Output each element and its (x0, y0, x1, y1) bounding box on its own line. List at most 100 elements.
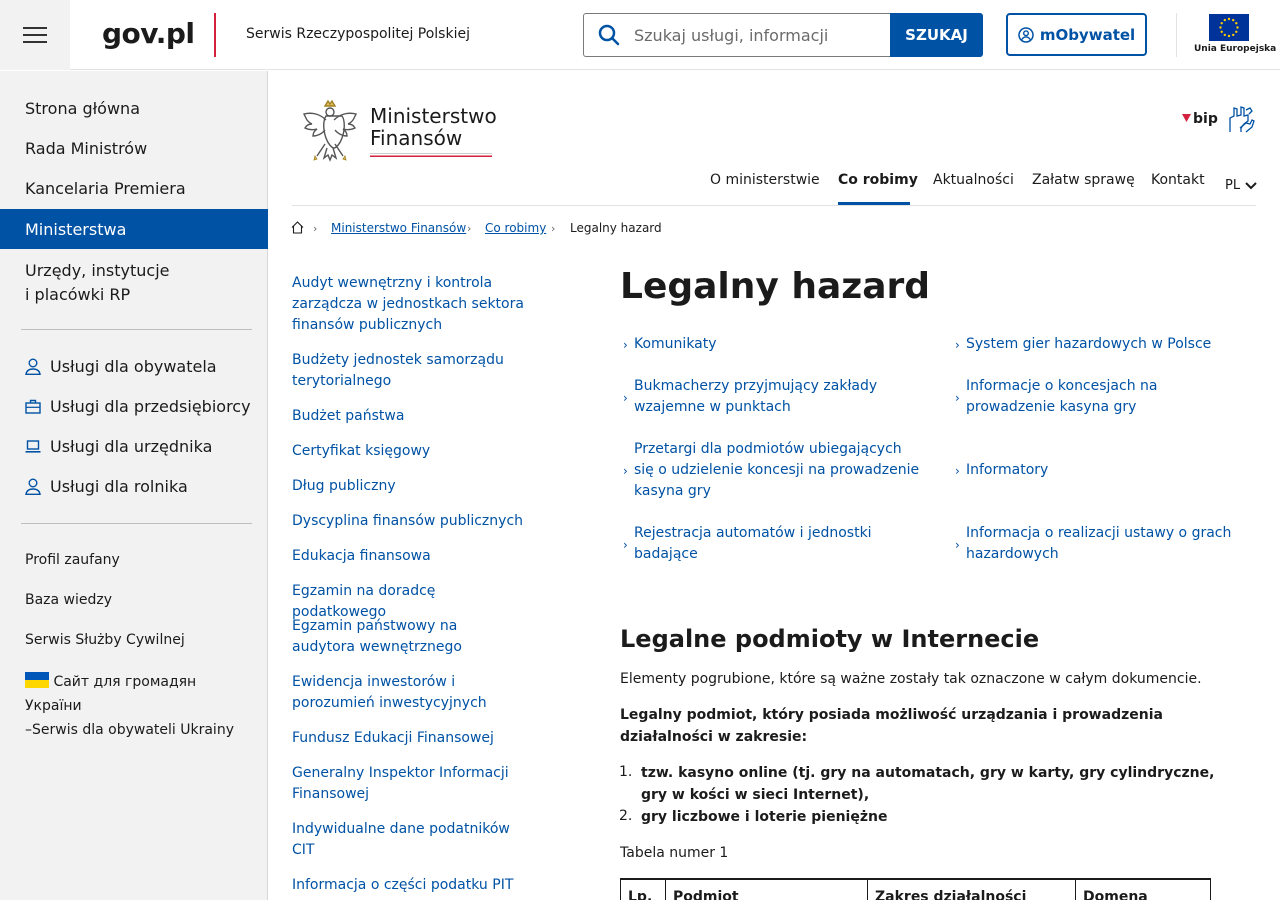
section-title: Legalne podmioty w Internecie (620, 625, 1040, 653)
sidebar-service-citizen[interactable]: Usługi dla obywatela (25, 357, 217, 376)
breadcrumb-separator-icon: › (313, 222, 318, 235)
ministry-name-line1: Ministerstwo (370, 104, 497, 128)
subnav-item[interactable]: Budżety jednostek samorządu terytorialne… (292, 350, 507, 392)
sidebar-link-ukraine[interactable]: Сайт для громадян України –Serwis dla ob… (25, 670, 255, 742)
breadcrumb-ministerstwo-finansow[interactable]: Ministerstwo Finansów (331, 221, 466, 235)
subnav-item[interactable]: Budżet państwa (292, 406, 532, 427)
chevron-right-icon: › (955, 338, 960, 352)
sidebar-link-baza-wiedzy[interactable]: Baza wiedzy (25, 592, 112, 608)
sidebar-item-kancelaria-premiera[interactable]: Kancelaria Premiera (0, 179, 268, 198)
subnav-item[interactable]: Edukacja finansowa (292, 546, 532, 567)
chevron-right-icon: › (955, 464, 960, 478)
nav-co-robimy[interactable]: Co robimy (838, 172, 918, 188)
subnav-item[interactable]: Certyfikat księgowy (292, 441, 532, 462)
chevron-right-icon: › (623, 464, 628, 478)
quick-link[interactable]: Informatory (966, 460, 1251, 481)
sidebar: Strona główna Rada Ministrów Kancelaria … (0, 71, 268, 900)
sidebar-service-label: Usługi dla rolnika (50, 477, 188, 496)
breadcrumb-current: Legalny hazard (570, 221, 662, 235)
ukraine-link-line1: Сайт для громадян України (25, 674, 197, 714)
search-box (583, 13, 891, 57)
table-header-cell: Lp. (620, 878, 666, 900)
subnav-item[interactable]: Dyscyplina finansów publicznych (292, 511, 532, 532)
sidebar-item-ministerstwa[interactable]: Ministerstwa (0, 209, 268, 249)
list-item: gry liczbowe i loterie pieniężne (641, 809, 888, 825)
sidebar-service-official[interactable]: Usługi dla urzędnika (25, 437, 212, 456)
eagle-emblem-icon (302, 99, 358, 162)
list-number: 1. (619, 764, 633, 780)
ministry-name-block: Ministerstwo Finansów (370, 98, 497, 157)
logo-divider (214, 13, 216, 57)
quick-link[interactable]: Bukmacherzy przyjmujący zakłady wzajemne… (634, 376, 889, 418)
chevron-right-icon: › (623, 338, 628, 352)
table-header-cell: Zakres działalności (867, 878, 1076, 900)
list-number: 2. (619, 808, 633, 824)
subnav-item[interactable]: Egzamin państwowy na audytora wewnętrzne… (292, 616, 522, 658)
table-header-cell: Domena (1075, 878, 1211, 900)
nav-o-ministerstwie[interactable]: O ministerstwie (710, 172, 820, 188)
user-circle-icon (1018, 26, 1034, 43)
mobywatel-button[interactable]: mObywatel (1006, 13, 1147, 56)
language-label: PL (1225, 178, 1241, 193)
sidebar-item-home[interactable]: Strona główna (0, 99, 268, 118)
nav-kontakt[interactable]: Kontakt (1151, 172, 1205, 188)
list-item: tzw. kasyno online (tj. gry na automatac… (641, 765, 1215, 803)
eu-divider (1176, 13, 1177, 57)
bip-logo-icon (1182, 114, 1191, 122)
subnav-item[interactable]: Informacja o części podatku PIT (292, 875, 532, 896)
sidebar-service-farmer[interactable]: Usługi dla rolnika (25, 477, 188, 496)
search-input[interactable] (634, 25, 884, 45)
table-header-cell: Podmiot (665, 878, 868, 900)
ukraine-flag-icon (25, 672, 49, 688)
intro-paragraph: Elementy pogrubione, które są ważne zost… (620, 671, 1202, 687)
subnav-item[interactable]: Fundusz Edukacji Finansowej (292, 728, 532, 749)
bold-paragraph: Legalny podmiot, który posiada możliwość… (620, 707, 1163, 745)
sidebar-item-rada-ministrow[interactable]: Rada Ministrów (0, 139, 268, 158)
quick-link[interactable]: Informacja o realizacji ustawy o grach h… (966, 523, 1251, 565)
subnav-item[interactable]: Ewidencja inwestorów i porozumień inwest… (292, 672, 492, 714)
home-icon[interactable] (291, 221, 304, 238)
subnav-item[interactable]: Audyt wewnętrzny i kontrola zarządcza w … (292, 273, 524, 336)
breadcrumb-separator-icon: › (467, 222, 472, 235)
sidebar-link-sluzba-cywilna[interactable]: Serwis Służby Cywilnej (25, 632, 185, 648)
ukraine-link-line2: –Serwis dla obywateli Ukrainy (25, 722, 234, 738)
nav-zalatw-sprawe[interactable]: Załatw sprawę (1032, 172, 1135, 188)
sidebar-service-label: Usługi dla przedsiębiorcy (50, 397, 251, 416)
sidebar-item-urzedy[interactable]: Urzędy, instytucje i placówki RP (0, 259, 268, 307)
chevron-right-icon: › (623, 391, 628, 405)
quick-link[interactable]: Rejestracja automatów i jednostki badają… (634, 523, 884, 565)
person-icon (25, 358, 41, 375)
nav-divider (292, 205, 1256, 206)
chevron-down-icon (1245, 181, 1257, 189)
chevron-right-icon: › (955, 391, 960, 405)
language-selector[interactable]: PL (1225, 178, 1257, 193)
sign-language-icon[interactable] (1226, 104, 1256, 138)
sidebar-link-profil-zaufany[interactable]: Profil zaufany (25, 552, 120, 568)
sidebar-service-business[interactable]: Usługi dla przedsiębiorcy (25, 397, 251, 416)
top-bar: gov.pl Serwis Rzeczypospolitej Polskiej … (0, 0, 1280, 70)
search-icon (584, 24, 634, 46)
search-button[interactable]: SZUKAJ (890, 13, 983, 57)
subnav-item[interactable]: Indywidualne dane podatników CIT (292, 819, 517, 861)
quick-link[interactable]: System gier hazardowych w Polsce (966, 334, 1256, 355)
gov-logo[interactable]: gov.pl (102, 17, 195, 50)
ministry-logo[interactable]: Ministerstwo Finansów (298, 98, 497, 168)
quick-link[interactable]: Przetargi dla podmiotów ubiegających się… (634, 439, 920, 502)
sidebar-item-urzedy-line2: i placówki RP (25, 285, 131, 304)
bip-link[interactable]: bip (1182, 111, 1218, 127)
subnav-item[interactable]: Generalny Inspektor Informacji Finansowe… (292, 763, 517, 805)
eu-flag-icon (1209, 14, 1249, 41)
chevron-right-icon: › (955, 538, 960, 552)
sidebar-service-label: Usługi dla obywatela (50, 357, 217, 376)
mobywatel-label: mObywatel (1039, 25, 1136, 44)
sidebar-divider (21, 523, 252, 524)
ministry-flag-bar (370, 153, 492, 157)
subnav-item[interactable]: Dług publiczny (292, 476, 532, 497)
page-title: Legalny hazard (620, 266, 931, 307)
quick-link[interactable]: Informacje o koncesjach na prowadzenie k… (966, 376, 1251, 418)
breadcrumb-co-robimy[interactable]: Co robimy (485, 221, 546, 235)
menu-icon[interactable] (0, 0, 70, 70)
breadcrumb-separator-icon: › (551, 222, 556, 235)
quick-link[interactable]: Komunikaty (634, 334, 924, 355)
nav-aktualnosci[interactable]: Aktualności (933, 172, 1014, 188)
